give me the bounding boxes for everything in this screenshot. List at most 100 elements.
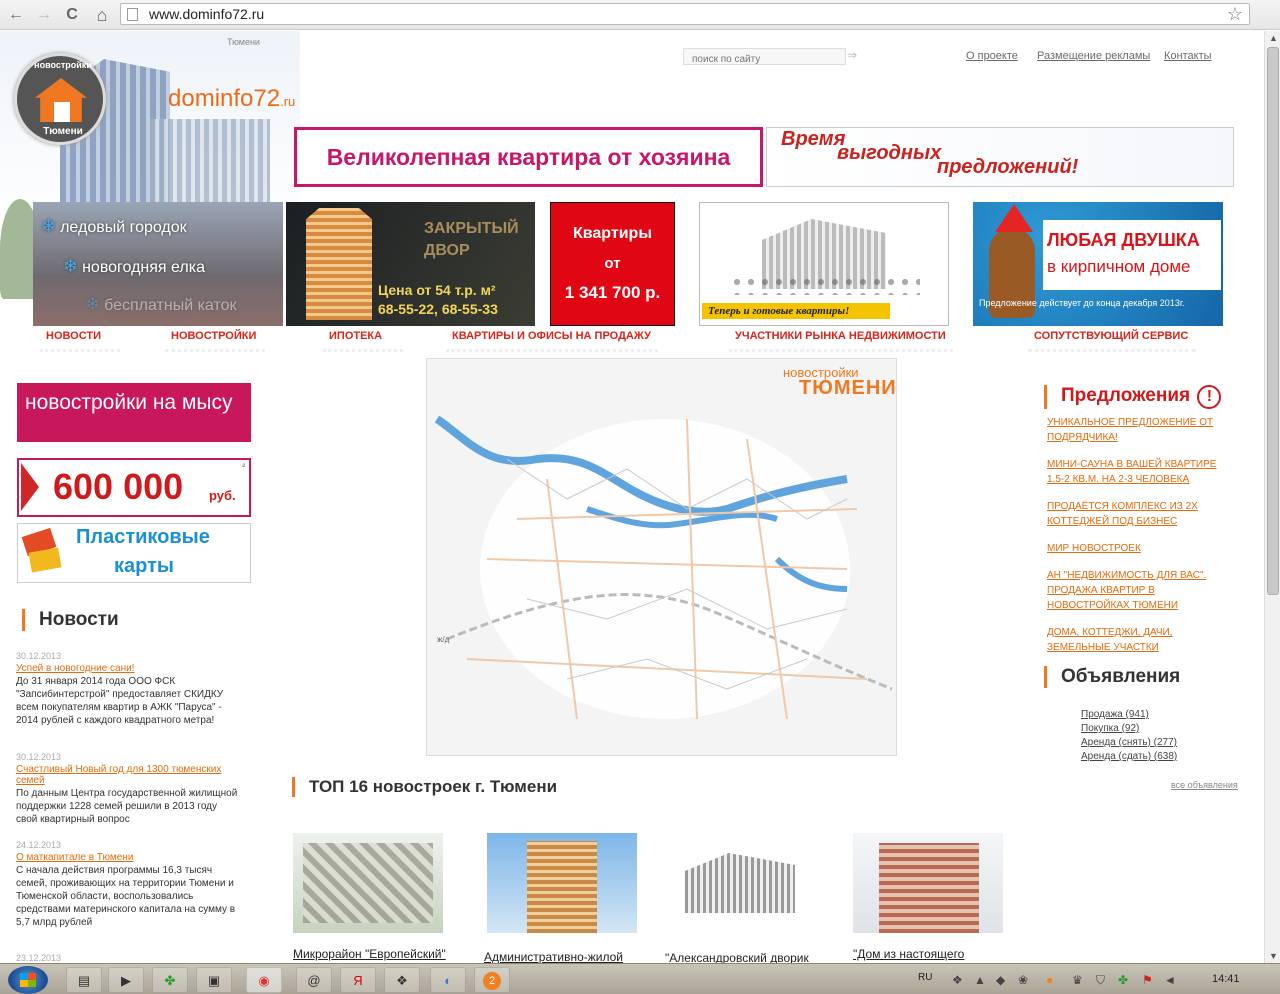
scroll-down-icon[interactable]: ▼: [1269, 951, 1278, 961]
thumb-alexandrovsky[interactable]: [665, 833, 815, 933]
tray-shield-icon[interactable]: ⛉: [1096, 973, 1105, 988]
taskbar-app-badge[interactable]: 2: [474, 967, 510, 993]
nav-apartments-offices[interactable]: КВАРТИРЫ И ОФИСЫ НА ПРОДАЖУ: [446, 330, 658, 352]
ad-link-rent-take[interactable]: Аренда (снять) (277): [1081, 737, 1177, 748]
nav-market-participants[interactable]: УЧАСТНИКИ РЫНКА НЕДВИЖИМОСТИ: [729, 330, 953, 352]
promo-ice-town[interactable]: ❄ ледовый городок ❄ новогодняя елка ❄ беспл…: [33, 202, 283, 326]
nav-new-buildings[interactable]: НОВОСТРОЙКИ: [165, 330, 265, 352]
news-date: 30.12.2013: [16, 651, 62, 661]
banner-new-cape[interactable]: новостройки на мысу: [17, 383, 251, 442]
link-contacts[interactable]: Контакты: [1164, 50, 1212, 62]
app-icon: ▣: [207, 973, 221, 988]
scroll-up-icon[interactable]: ▲: [1269, 33, 1278, 43]
reload-button[interactable]: C: [62, 5, 82, 25]
banner-special-offers[interactable]: Время выгодных предложений!: [766, 127, 1234, 187]
search-field[interactable]: [683, 48, 846, 67]
tray-app-icon[interactable]: ▲: [974, 973, 986, 987]
nav-news[interactable]: НОВОСТИ: [40, 330, 120, 352]
news-link[interactable]: Счастливый Новый год для 1300 тюменских …: [16, 764, 238, 786]
web-page: Тюмени новостройки Тюмени dominfo72.ru ⇒…: [0, 31, 1264, 963]
tray-language[interactable]: RU: [918, 972, 932, 983]
offer-link[interactable]: МИР НОВОСТРОЕК: [1047, 541, 1225, 556]
tray-app-icon[interactable]: ♛: [1072, 973, 1083, 987]
news-link[interactable]: О маткапитале в Тюмени: [16, 852, 238, 863]
back-button[interactable]: ←: [6, 5, 26, 25]
folder-icon: ▤: [77, 973, 91, 988]
all-ads-link[interactable]: все объявления: [1171, 780, 1238, 790]
thumb-real-house[interactable]: [853, 833, 1003, 933]
page-scrollbar[interactable]: ▲ ▼: [1264, 31, 1280, 963]
tower-image: [306, 208, 372, 320]
city-map[interactable]: новостройки ТЮМЕНИ ж/д: [426, 358, 897, 756]
taskbar-chrome[interactable]: ◉: [246, 967, 282, 993]
promo-closed-yard[interactable]: ЗАКРЫТЫЙ ДВОР Цена от 54 т.р. м² 68-55-2…: [286, 202, 535, 326]
site-name[interactable]: dominfo72.ru: [168, 85, 295, 113]
map-railway-label: ж/д: [437, 635, 450, 644]
tray-volume-icon[interactable]: ◄: [1164, 973, 1176, 987]
clover-icon: ✤: [164, 973, 176, 988]
promo-apartments-price[interactable]: Квартиры от 1 341 700 р.: [550, 202, 675, 326]
promo-two-room[interactable]: ЛЮБАЯ ДВУШКА в кирпичном доме Предложени…: [973, 202, 1223, 326]
search-input[interactable]: [684, 52, 845, 67]
news-link[interactable]: Успей в новогодние сани!: [16, 663, 238, 674]
logo-text-bottom: Тюмени: [43, 126, 83, 137]
bookmark-star-icon[interactable]: ☆: [1227, 4, 1243, 25]
tray-clock[interactable]: 14:41: [1212, 973, 1240, 985]
promo-red-line-2: от: [604, 255, 621, 272]
thumb-caption[interactable]: Микрорайон "Европейский": [293, 947, 473, 961]
offer-link[interactable]: МИНИ-САУНА В ВАШЕЙ КВАРТИРЕ 1,5-2 КВ.М. …: [1047, 457, 1225, 487]
tray-badge-icon[interactable]: ●: [1046, 973, 1053, 987]
banner-main-text: Великолепная квартира от хозяина: [326, 144, 731, 170]
ad-link-rent-give[interactable]: Аренда (сдать) (638): [1081, 751, 1177, 762]
offer-link[interactable]: АН "НЕДВИЖИМОСТЬ ДЛЯ ВАС". ПРОДАЖА КВАРТ…: [1047, 568, 1225, 613]
promo-ready-apartments[interactable]: Теперь и готовые квартиры!: [699, 202, 949, 326]
thumb-caption[interactable]: "Александровский дворик: [665, 951, 845, 963]
thumb-caption[interactable]: Административно-жилой: [484, 950, 664, 963]
taskbar-explorer[interactable]: ▤: [66, 967, 102, 993]
scroll-thumb[interactable]: [1267, 47, 1279, 595]
forward-button[interactable]: →: [34, 5, 54, 25]
site-logo[interactable]: новостройки Тюмени: [14, 53, 106, 145]
tray-app-icon[interactable]: ◆: [996, 973, 1005, 987]
news-item: 24.12.2013 О маткапитале в Тюмени С нача…: [16, 840, 238, 929]
windows-taskbar: ▤ ▶ ✤ ▣ ◉ @ Я ❖ ◐ 2 RU ❖ ▲ ◆ ❀ ● ♛ ⛉ ✤ ⚑…: [0, 963, 1280, 994]
banner-amount: 600 000: [53, 466, 184, 507]
nav-mortgage[interactable]: ИПОТЕКА: [323, 330, 403, 352]
taskbar-app[interactable]: ◐: [430, 967, 466, 993]
nav-new-buildings-label: НОВОСТРОЙКИ: [171, 330, 257, 342]
home-button[interactable]: ⌂: [92, 5, 112, 25]
start-button[interactable]: [8, 966, 48, 994]
taskbar-app[interactable]: ❖: [384, 967, 420, 993]
offer-link[interactable]: ДОМА, КОТТЕДЖИ, ДАЧИ, ЗЕМЕЛЬНЫЕ УЧАСТКИ: [1047, 625, 1225, 655]
ad-link-sale[interactable]: Продажа (941): [1081, 709, 1149, 720]
taskbar-app[interactable]: ▣: [196, 967, 232, 993]
banner-600000[interactable]: 600 000 руб. ²: [17, 458, 251, 517]
address-bar[interactable]: www.dominfo72.ru ☆: [120, 3, 1250, 25]
thumb-admin-residential[interactable]: [487, 833, 637, 933]
url-text: www.dominfo72.ru: [149, 6, 265, 22]
news-section-title: Новости: [22, 609, 119, 631]
thumb-caption[interactable]: "Дом из настоящего: [853, 947, 1033, 961]
tray-app-icon[interactable]: ❀: [1018, 973, 1028, 987]
tray-clover-icon[interactable]: ✤: [1118, 973, 1128, 987]
news-item: 30.12.2013 Счастливый Новый год для 1300…: [16, 752, 238, 826]
tray-flag-icon[interactable]: ⚑: [1142, 973, 1153, 987]
taskbar-mail[interactable]: @: [296, 967, 332, 993]
banner-plastic-cards[interactable]: Пластиковые карты: [17, 523, 251, 583]
promo-horse-subtitle: в кирпичном доме: [1047, 257, 1191, 276]
nav-related-services[interactable]: СОПУТСТВУЮЩИЙ СЕРВИС: [1028, 330, 1196, 352]
taskbar-yandex[interactable]: Я: [340, 967, 376, 993]
taskbar-media-player[interactable]: ▶: [108, 967, 144, 993]
link-about[interactable]: О проекте: [966, 50, 1018, 62]
taskbar-app[interactable]: ✤: [152, 967, 188, 993]
offer-link[interactable]: УНИКАЛЬНОЕ ПРЕДЛОЖЕНИЕ ОТ ПОДРЯДЧИКА!: [1047, 415, 1225, 445]
tray-dropbox-icon[interactable]: ❖: [952, 973, 963, 987]
thumb-european-district[interactable]: [293, 833, 443, 933]
ad-link-purchase[interactable]: Покупка (92): [1081, 723, 1139, 734]
offers-title-text: Предложения: [1061, 385, 1191, 406]
search-go-icon[interactable]: ⇒: [847, 48, 857, 62]
link-advertising[interactable]: Размещение рекламы: [1037, 50, 1150, 62]
banner-apartment-owner[interactable]: Великолепная квартира от хозяина: [294, 127, 763, 187]
windows-logo-icon: [20, 973, 36, 987]
offer-link[interactable]: ПРОДАЁТСЯ КОМПЛЕКС ИЗ 2Х КОТТЕДЖЕЙ ПОД Б…: [1047, 499, 1225, 529]
